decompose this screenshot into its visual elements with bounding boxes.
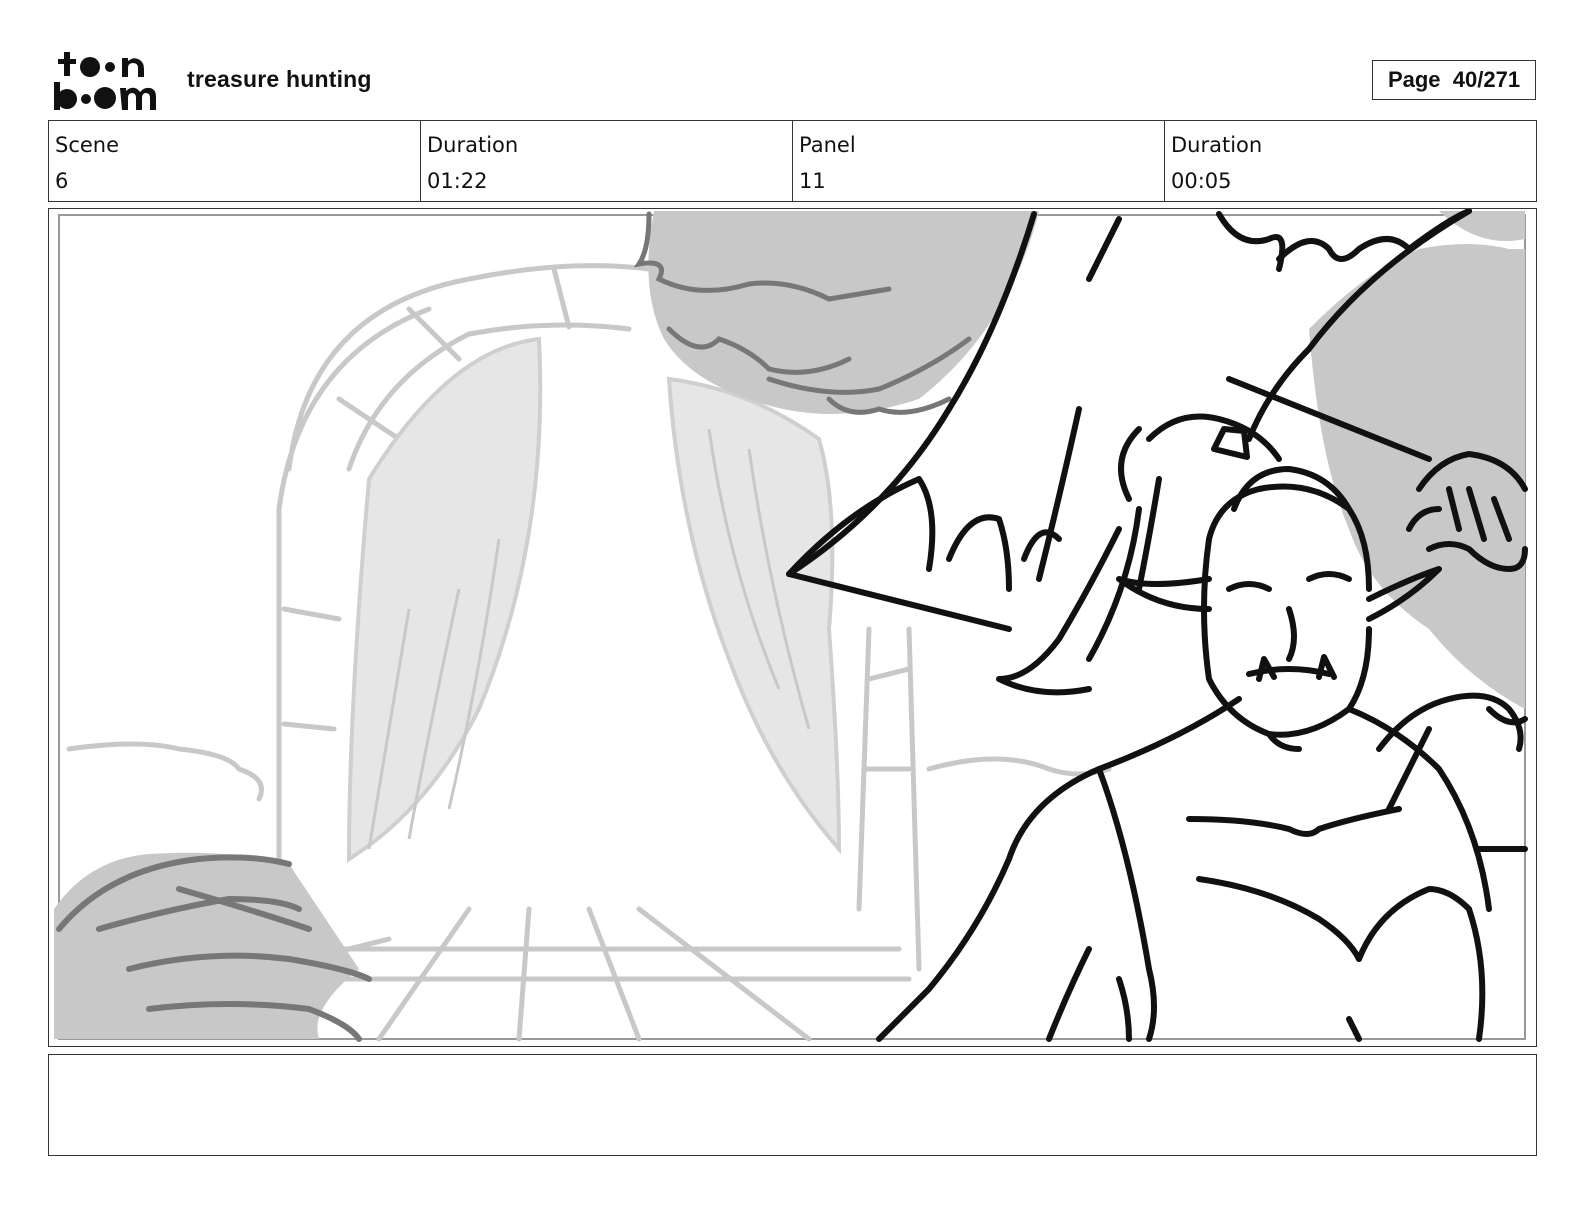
storyboard-sketch <box>54 209 1528 1042</box>
page-label: Page <box>1387 67 1441 92</box>
scene-value: 6 <box>55 169 69 193</box>
scene-duration-cell: Duration 01:22 <box>421 121 793 201</box>
scene-duration-label: Duration <box>427 133 519 157</box>
panel-duration-value: 00:05 <box>1171 169 1232 193</box>
panel-notes <box>48 1054 1537 1156</box>
panel-info-table: Scene 6 Duration 01:22 Panel 11 Duration… <box>48 120 1537 202</box>
project-title: treasure hunting <box>187 66 372 92</box>
panel-label: Panel <box>799 133 856 157</box>
scene-cell: Scene 6 <box>49 121 421 201</box>
scene-duration-value: 01:22 <box>427 169 488 193</box>
scene-label: Scene <box>55 133 120 157</box>
panel-duration-cell: Duration 00:05 <box>1165 121 1536 201</box>
page-value: 40/271 <box>1452 67 1521 92</box>
page-indicator: Page 40/271 <box>1372 60 1536 100</box>
panel-cell: Panel 11 <box>793 121 1165 201</box>
toonboom-logo <box>52 50 164 112</box>
storyboard-panel-image <box>48 208 1537 1047</box>
panel-duration-label: Duration <box>1171 133 1263 157</box>
panel-value: 11 <box>799 169 826 193</box>
